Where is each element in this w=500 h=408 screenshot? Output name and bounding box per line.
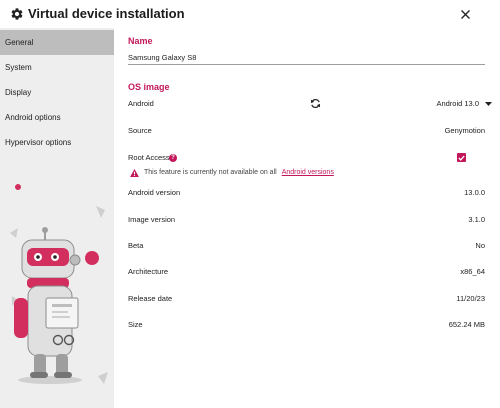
warning-text: This feature is currently not available … bbox=[144, 169, 277, 176]
detail-value-size: 652.24 MB bbox=[448, 320, 485, 329]
detail-label-release-date: Release date bbox=[128, 294, 173, 303]
detail-value-android-version: 13.0.0 bbox=[464, 188, 485, 197]
caret-down-icon bbox=[485, 102, 492, 106]
detail-label-beta: Beta bbox=[128, 241, 144, 250]
checkmark-icon bbox=[458, 155, 465, 161]
root-access-label: Root Access bbox=[128, 153, 170, 162]
refresh-icon[interactable] bbox=[310, 98, 321, 109]
warning-message: This feature is currently not available … bbox=[130, 168, 334, 178]
detail-label-image-version: Image version bbox=[128, 215, 176, 224]
android-version-dropdown[interactable]: Android 13.0 bbox=[436, 98, 492, 110]
gear-icon bbox=[9, 6, 25, 22]
detail-value-architecture: x86_64 bbox=[460, 267, 485, 276]
detail-label-size: Size bbox=[128, 320, 143, 329]
detail-value-beta: No bbox=[475, 241, 485, 250]
android-version-selected: Android 13.0 bbox=[436, 99, 479, 108]
detail-label-android-version: Android version bbox=[128, 188, 181, 197]
title-bar: Virtual device installation bbox=[0, 0, 500, 28]
root-access-checkbox[interactable] bbox=[457, 153, 466, 162]
android-versions-link[interactable]: Android versions bbox=[282, 168, 334, 178]
device-name-input[interactable] bbox=[128, 50, 485, 65]
name-section-title: Name bbox=[128, 36, 153, 46]
window-title: Virtual device installation bbox=[28, 6, 185, 21]
sidebar: General System Display Android options H… bbox=[0, 28, 114, 408]
close-icon bbox=[460, 9, 470, 19]
warning-icon bbox=[130, 169, 139, 177]
main-panel: Name OS image Android Android 13.0 Sourc… bbox=[114, 28, 500, 408]
android-label: Android bbox=[128, 99, 154, 108]
robot-mascot-illustration bbox=[10, 184, 108, 384]
help-icon[interactable]: ? bbox=[169, 154, 177, 162]
source-value: Genymotion bbox=[444, 126, 485, 135]
detail-label-architecture: Architecture bbox=[128, 267, 169, 276]
close-button[interactable] bbox=[456, 5, 474, 23]
source-label: Source bbox=[128, 126, 152, 135]
os-image-section-title: OS image bbox=[128, 82, 170, 92]
detail-value-release-date: 11/20/23 bbox=[456, 294, 485, 303]
detail-value-image-version: 3.1.0 bbox=[468, 215, 485, 224]
